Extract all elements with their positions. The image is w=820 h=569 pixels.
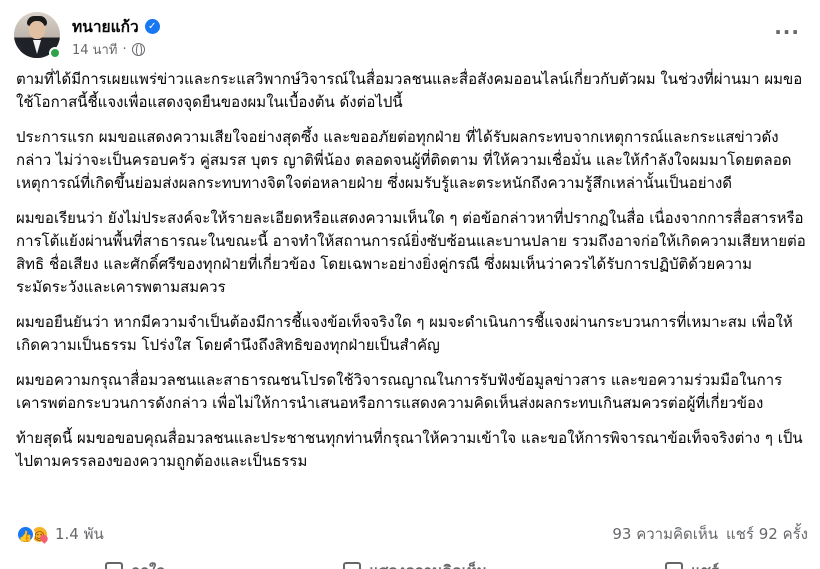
post-paragraph: ผมขอความกรุณาสื่อมวลชนและสาธารณชนโปรดใช้… — [16, 371, 783, 412]
like-label: ถูกใจ — [131, 559, 165, 569]
post-paragraph: ประการแรก ผมขอแสดงความเสียใจอย่างสุดซึ้ง… — [16, 128, 792, 192]
post-paragraph: ผมขอยืนยันว่า หากมีความจำเป็นต้องมีการชี… — [16, 313, 793, 354]
comment-count[interactable]: 93 ความคิดเห็น — [612, 522, 718, 546]
reactions-bar: 👍 ☺ 1.4 พัน 93 ความคิดเห็น แชร์ 92 ครั้ง — [16, 522, 808, 546]
share-label: แชร์ — [691, 559, 719, 569]
post-header: ทนายแก้ว ✓ 14 นาที · ··· — [14, 12, 806, 62]
post-actions: ถูกใจ แสดงความคิดเห็น แชร์ — [16, 556, 808, 569]
meta-separator: · — [122, 42, 127, 57]
share-icon — [665, 562, 684, 569]
comment-button[interactable]: แสดงความคิดเห็น — [343, 556, 487, 569]
verified-badge-icon: ✓ — [144, 19, 160, 34]
globe-icon — [131, 43, 145, 57]
author-name[interactable]: ทนายแก้ว — [72, 14, 139, 39]
reaction-count[interactable]: 1.4 พัน — [55, 522, 104, 546]
like-button[interactable]: ถูกใจ — [105, 556, 165, 569]
comment-icon — [343, 562, 362, 569]
post-paragraph: ตามที่ได้มีการเผยแพร่ข่าวและกระแสวิพากษ์… — [16, 70, 803, 111]
like-icon — [105, 562, 124, 569]
share-count[interactable]: แชร์ 92 ครั้ง — [726, 522, 808, 546]
post-paragraph: ผมขอเรียนว่า ยังไม่ประสงค์จะให้รายละเอีย… — [16, 209, 806, 296]
post-timestamp[interactable]: 14 นาที — [72, 39, 117, 60]
online-status-icon — [49, 47, 61, 59]
like-reaction-icon: 👍 — [16, 524, 35, 544]
reaction-icons[interactable]: 👍 ☺ — [16, 524, 49, 544]
more-options-icon[interactable]: ··· — [774, 20, 800, 44]
post-paragraph: ท้ายสุดนี้ ผมขอขอบคุณสื่อมวลชนและประชาชน… — [16, 429, 803, 470]
comment-label: แสดงความคิดเห็น — [369, 559, 487, 569]
share-button[interactable]: แชร์ — [665, 556, 719, 569]
post-body: ตามที่ได้มีการเผยแพร่ข่าวและกระแสวิพากษ์… — [16, 68, 812, 485]
